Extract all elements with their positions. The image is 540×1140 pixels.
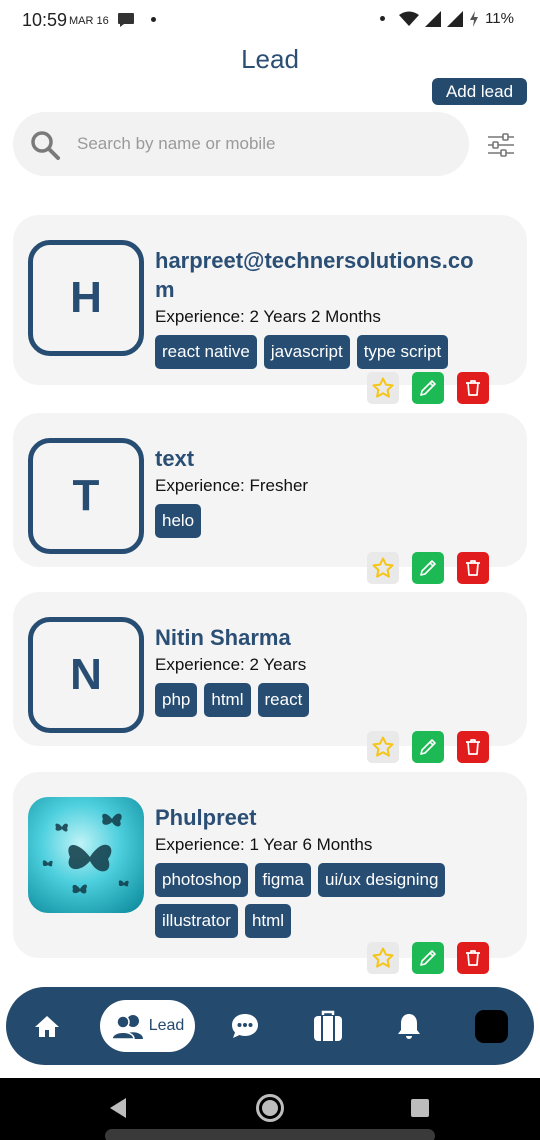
skill-tag: helo [155, 504, 202, 538]
pencil-icon [420, 739, 436, 755]
nav-notifications[interactable] [394, 987, 424, 1065]
skill-tag: php [155, 683, 198, 717]
trash-icon [466, 739, 480, 755]
lead-avatar: H [28, 240, 144, 356]
delete-button[interactable] [457, 942, 489, 974]
page-title: Lead [241, 44, 299, 74]
skill-tag: type script [356, 335, 449, 369]
skill-tag: html [204, 683, 251, 717]
delete-button[interactable] [457, 552, 489, 584]
lead-avatar: N [28, 617, 144, 733]
battery-charging-icon [470, 10, 479, 27]
status-date: MAR 16 [69, 15, 109, 27]
gesture-pill [105, 1129, 435, 1140]
search-icon [31, 131, 60, 160]
nav-chat[interactable] [230, 987, 260, 1065]
delete-button[interactable] [457, 372, 489, 404]
lead-card[interactable]: H harpreet@technersolutions.com Experien… [13, 215, 527, 385]
lead-card[interactable]: N Nitin Sharma Experience: 2 Years php h… [13, 592, 527, 746]
edit-button[interactable] [412, 372, 444, 404]
skill-tag: react native [155, 335, 257, 369]
add-lead-button[interactable]: Add lead [432, 78, 527, 105]
skill-tags: helo [155, 504, 515, 538]
notification-dot [151, 17, 156, 22]
favorite-button[interactable] [367, 552, 399, 584]
lead-photo [28, 797, 144, 913]
skill-tags: photoshop figma ui/ux designing illustra… [155, 863, 515, 938]
status-time: 10:59 [22, 10, 68, 30]
lead-card[interactable]: T text Experience: Fresher helo [13, 413, 527, 567]
skill-tag: photoshop [155, 863, 249, 897]
filter-sliders-icon[interactable] [486, 130, 516, 160]
status-bar: 10:59 MAR 16 11% [0, 0, 540, 40]
signal-icon [425, 10, 442, 27]
lead-experience: Experience: 1 Year 6 Months [155, 835, 373, 854]
search-bar[interactable] [13, 112, 469, 176]
lead-experience: Experience: 2 Years [155, 655, 307, 674]
briefcase-icon [314, 1010, 342, 1041]
lead-name: text [155, 446, 195, 471]
profile-avatar[interactable] [475, 1010, 508, 1043]
favorite-button[interactable] [367, 372, 399, 404]
lead-card[interactable]: Phulpreet Experience: 1 Year 6 Months ph… [13, 772, 527, 958]
skill-tag: illustrator [155, 904, 238, 938]
lead-name: Phulpreet [155, 805, 257, 830]
edit-button[interactable] [412, 552, 444, 584]
recents-icon[interactable] [411, 1099, 429, 1117]
signal-icon-2 [447, 10, 464, 27]
lead-name: Nitin Sharma [155, 625, 291, 650]
edit-button[interactable] [412, 942, 444, 974]
bell-icon [398, 1014, 420, 1039]
skill-tag: ui/ux designing [317, 863, 446, 897]
skill-tag: html [244, 904, 292, 938]
nav-jobs[interactable] [311, 987, 345, 1065]
edit-button[interactable] [412, 731, 444, 763]
message-notification-icon [118, 13, 134, 27]
wifi-icon [399, 11, 420, 26]
skill-tag: react [257, 683, 310, 717]
nav-lead[interactable]: Lead [100, 1000, 195, 1052]
pencil-icon [420, 560, 436, 576]
home-button-icon[interactable] [256, 1094, 284, 1122]
pencil-icon [420, 380, 436, 396]
butterfly-photo [28, 797, 144, 913]
system-nav-bar [0, 1078, 540, 1140]
lead-avatar: T [28, 438, 144, 554]
star-icon [372, 947, 394, 968]
back-icon[interactable] [108, 1097, 128, 1119]
bottom-nav: Lead [6, 987, 534, 1065]
status-right: 11% [380, 10, 514, 27]
pencil-icon [420, 950, 436, 966]
lead-experience: Experience: 2 Years 2 Months [155, 307, 381, 326]
star-icon [372, 557, 394, 578]
star-icon [372, 377, 394, 398]
skill-tags: react native javascript type script [155, 335, 515, 369]
battery-percent: 11% [485, 10, 514, 27]
nav-home[interactable] [32, 987, 62, 1065]
trash-icon [466, 560, 480, 576]
search-input[interactable] [77, 126, 447, 162]
favorite-button[interactable] [367, 942, 399, 974]
delete-button[interactable] [457, 731, 489, 763]
notification-dot [380, 16, 386, 21]
star-icon [372, 736, 394, 757]
skill-tag: figma [255, 863, 311, 897]
lead-name: harpreet@technersolutions.com [155, 248, 474, 302]
favorite-button[interactable] [367, 731, 399, 763]
nav-lead-label: Lead [148, 1017, 185, 1034]
skill-tag: javascript [263, 335, 350, 369]
skill-tags: php html react [155, 683, 515, 717]
trash-icon [466, 950, 480, 966]
lead-experience: Experience: Fresher [155, 476, 309, 495]
home-icon [35, 1016, 59, 1037]
chat-icon [232, 1014, 258, 1038]
users-icon [110, 1015, 143, 1039]
trash-icon [466, 380, 480, 396]
